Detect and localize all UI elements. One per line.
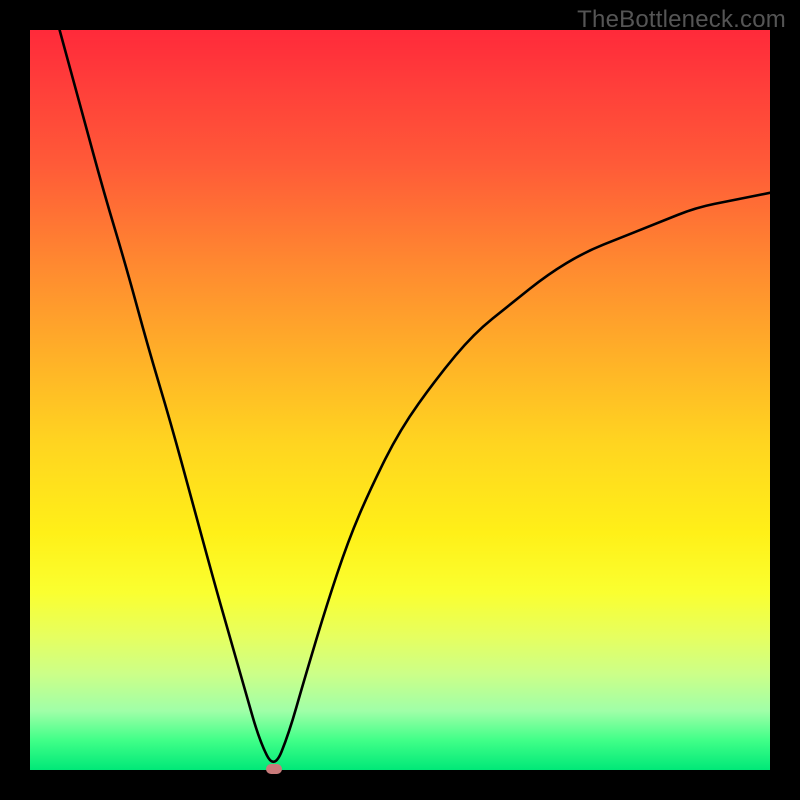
bottleneck-curve-path	[60, 30, 770, 762]
bottleneck-curve-svg	[30, 30, 770, 770]
minimum-marker	[266, 764, 282, 774]
watermark-text: TheBottleneck.com	[577, 6, 786, 34]
chart-plot-area	[30, 30, 770, 770]
